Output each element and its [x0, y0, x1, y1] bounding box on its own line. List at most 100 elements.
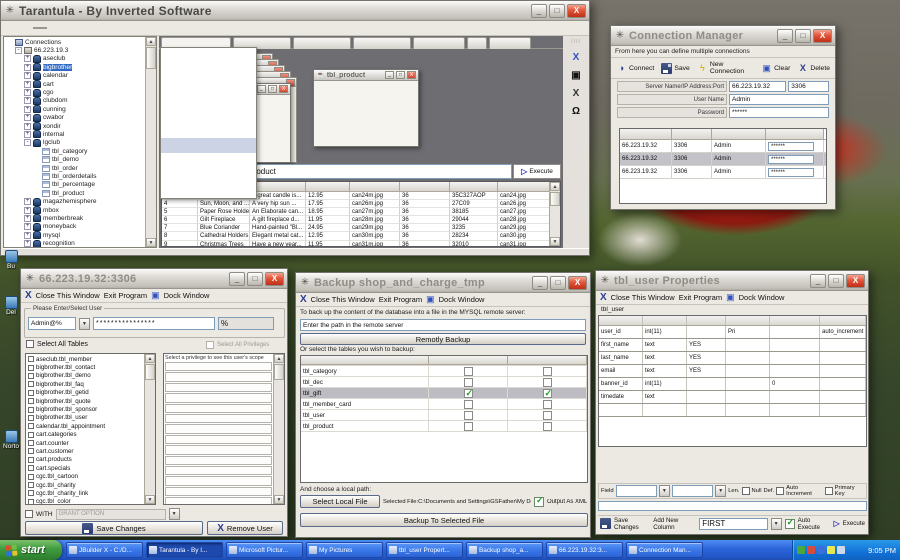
expand-toggle[interactable]: +	[24, 72, 31, 79]
minimize-button[interactable]: _	[385, 71, 394, 79]
close-button[interactable]: X	[568, 276, 587, 290]
tree-item[interactable]: + moneyback	[4, 223, 145, 231]
toolbar-button[interactable]: ◑ Connect	[616, 63, 654, 74]
field-name-combo[interactable]	[616, 485, 657, 497]
privilege-item[interactable]	[165, 362, 272, 371]
table-checkbox[interactable]	[28, 390, 34, 396]
tree-item[interactable]: - lgclub	[4, 139, 145, 147]
dock-icon[interactable]: ▣	[426, 294, 435, 305]
expand-toggle[interactable]: +	[24, 81, 31, 88]
table-list-item[interactable]: cgc.tbl_color	[26, 498, 144, 504]
column-header[interactable]	[450, 182, 498, 192]
result-row[interactable]: 5Paper Rose HolderAn Elaborate can...18.…	[162, 208, 549, 216]
table-checkbox[interactable]	[28, 499, 34, 504]
close-window-icon[interactable]: X	[300, 294, 307, 305]
privilege-item[interactable]	[165, 424, 272, 433]
tree-item[interactable]: + cart	[4, 80, 145, 88]
expand-toggle[interactable]: +	[24, 106, 31, 113]
column-header[interactable]	[770, 316, 820, 325]
privilege-item[interactable]	[165, 414, 272, 423]
menu-item[interactable]	[3, 27, 17, 29]
taskbar-button[interactable]: tbl_user Propert...	[386, 542, 463, 558]
column-header[interactable]	[672, 129, 712, 139]
table-checkbox[interactable]	[28, 381, 34, 387]
desktop-icon[interactable]: Del	[1, 296, 21, 316]
column-header[interactable]	[350, 182, 400, 192]
maximize-button[interactable]: □	[795, 29, 811, 43]
mdi-tab[interactable]	[353, 37, 411, 49]
execute-button[interactable]: Execute	[843, 520, 865, 527]
result-row[interactable]: 8Cathedral HoldersElegant metal cat...12…	[162, 232, 549, 240]
privilege-item[interactable]	[165, 476, 272, 485]
tree-item[interactable]: + recognition	[4, 239, 145, 247]
exit-program-label[interactable]: Exit Program	[679, 293, 722, 302]
close-button[interactable]: X	[846, 274, 865, 288]
table-list-item[interactable]: cart.products	[26, 456, 144, 464]
column-header[interactable]	[599, 316, 643, 325]
mdi-tab[interactable]	[467, 37, 487, 49]
column-header[interactable]	[508, 356, 587, 365]
column-header[interactable]	[498, 182, 549, 192]
maximize-button[interactable]: □	[549, 4, 565, 18]
backup-table-row[interactable]: tbl_category	[301, 366, 587, 377]
password-input[interactable]: ******	[729, 107, 829, 118]
dock-window-label[interactable]: Dock Window	[739, 293, 785, 302]
tree-item[interactable]: + magazhemisphere	[4, 197, 145, 205]
with-checkbox[interactable]	[25, 510, 33, 518]
table-list-item[interactable]: cart.categories	[26, 431, 144, 439]
tree-item[interactable]: + cgo	[4, 88, 145, 96]
column-header[interactable]	[766, 129, 824, 139]
tree-item[interactable]: tbl_product	[4, 189, 145, 197]
minimize-button[interactable]: _	[257, 85, 266, 93]
connection-row[interactable]: 66.223.19.32 3306 Admin ******	[620, 140, 826, 153]
tree-item[interactable]: + memberbreak	[4, 214, 145, 222]
chevron-down-icon[interactable]: ▼	[659, 485, 670, 497]
table-checkbox[interactable]	[28, 440, 34, 446]
backup-table-row[interactable]: tbl_product	[301, 421, 587, 432]
table-checkbox[interactable]	[28, 465, 34, 471]
close-all-icon[interactable]: X	[573, 88, 580, 99]
exit-program-label[interactable]: Exit Program	[104, 291, 147, 300]
table-checkbox[interactable]	[28, 432, 34, 438]
table-list-item[interactable]: cart.customer	[26, 447, 144, 455]
dock-window-label[interactable]: Dock Window	[164, 291, 210, 300]
table-checkbox[interactable]	[28, 457, 34, 463]
tree-item[interactable]: + internal	[4, 130, 145, 138]
menu-item[interactable]	[18, 27, 32, 29]
desktop-icon[interactable]: Bu	[1, 250, 21, 270]
column-row[interactable]: banner_idint(11) 0	[599, 378, 866, 391]
scroll-down-icon[interactable]: ▼	[550, 237, 560, 246]
table-list-item[interactable]: bigbrother.tbl_sponsor	[26, 405, 144, 413]
column-header[interactable]	[687, 316, 726, 325]
tree-item[interactable]: + clubdom	[4, 97, 145, 105]
backup-table-row[interactable]: tbl_dec	[301, 377, 587, 388]
taskbar-button[interactable]: Connection Man...	[626, 542, 703, 558]
tray-icon-shield[interactable]	[797, 546, 805, 554]
tree-item[interactable]: + xondir	[4, 122, 145, 130]
tree-item[interactable]: + mbox	[4, 206, 145, 214]
backup-data-checkbox[interactable]	[543, 378, 552, 387]
column-header[interactable]	[429, 356, 508, 365]
expand-toggle[interactable]: +	[24, 123, 31, 130]
position-combo[interactable]: FIRST	[699, 518, 767, 530]
result-row[interactable]: 4Sun, Moon, and ...A very hip sun ...17.…	[162, 200, 549, 208]
tree-item[interactable]: tbl_demo	[4, 155, 145, 163]
tbl-product-window[interactable]: ☕ tbl_product _ □ X	[313, 69, 419, 147]
scroll-up-icon[interactable]: ▲	[550, 182, 560, 191]
mdi-tab[interactable]	[489, 37, 531, 49]
table-checkbox[interactable]	[28, 398, 34, 404]
table-checkbox[interactable]	[28, 474, 34, 480]
column-header[interactable]	[643, 316, 687, 325]
table-list-item[interactable]: cgc.tbl_charity	[26, 481, 144, 489]
tree-item[interactable]: + mysql	[4, 231, 145, 239]
backup-data-checkbox[interactable]	[543, 367, 552, 376]
backup-table-row[interactable]: tbl_gift	[301, 388, 587, 399]
maximize-button[interactable]: □	[247, 272, 263, 286]
privilege-item[interactable]	[165, 435, 272, 444]
column-header[interactable]	[620, 129, 672, 139]
password-input[interactable]: ****************	[93, 317, 215, 330]
expand-toggle[interactable]: +	[24, 97, 31, 104]
column-row[interactable]: user_idint(11) Priauto_increment	[599, 326, 866, 339]
expand-toggle[interactable]: +	[24, 207, 31, 214]
close-button[interactable]: X	[567, 4, 586, 18]
